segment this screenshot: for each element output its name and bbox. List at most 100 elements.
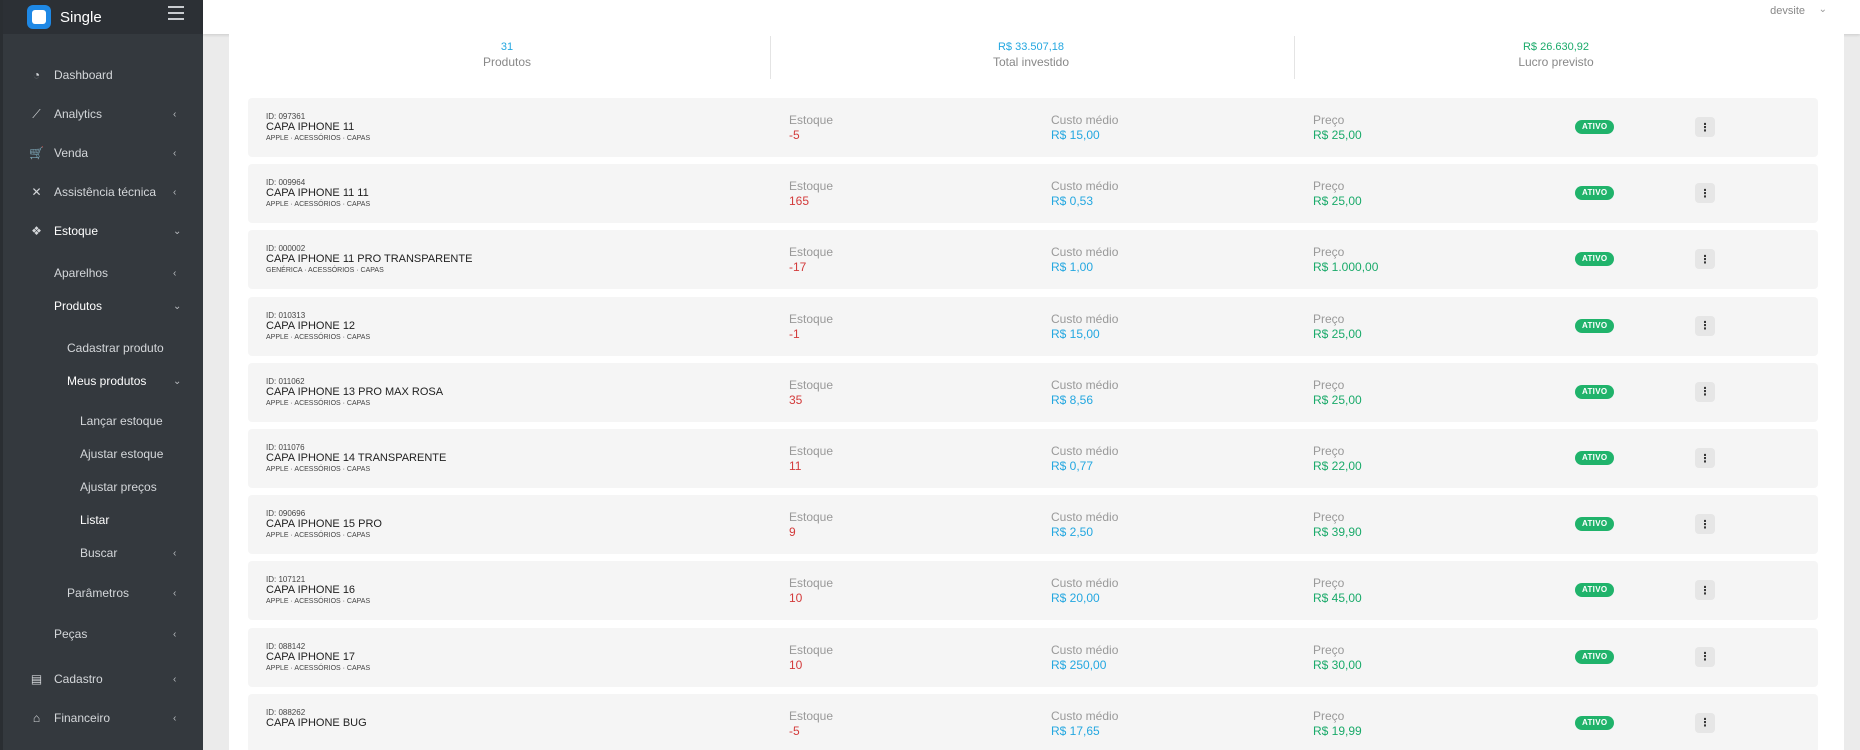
hamburger-menu-icon[interactable] <box>168 6 184 20</box>
more-options-icon[interactable]: ⋮ <box>1695 117 1715 137</box>
product-row[interactable]: ID: 011076 CAPA IPHONE 14 TRANSPARENTE APP… <box>248 429 1818 488</box>
sidebar-item-label: Cadastro <box>54 672 103 686</box>
more-options-icon[interactable]: ⋮ <box>1695 183 1715 204</box>
avg-cost-label: Custo médio <box>1051 510 1119 525</box>
sidebar-item-label: Dashboard <box>54 68 113 82</box>
sidebar-item-ajustar-precos[interactable]: Ajustar preços <box>3 472 203 502</box>
stock-value: 35 <box>789 392 803 407</box>
sidebar-item-venda[interactable]: 🛒 Venda ‹ <box>3 138 203 168</box>
sidebar-item-assistencia-tecnica[interactable]: ✕ Assistência técnica ‹ <box>3 177 203 207</box>
price-value: R$ 22,00 <box>1313 459 1362 473</box>
product-name[interactable]: CAPA IPHONE 14 TRANSPARENTE <box>266 452 446 464</box>
product-category: APPLE · ACESSÓRIOS · CAPAS <box>266 201 371 209</box>
stat-produtos: 31 Produtos <box>247 34 767 79</box>
price-value: R$ 25,00 <box>1313 326 1362 341</box>
sidebar-item-listar[interactable]: Listar <box>3 505 203 535</box>
more-options-icon[interactable]: ⋮ <box>1695 712 1715 733</box>
product-name[interactable]: CAPA IPHONE 17 <box>266 651 355 663</box>
price-value: R$ 1.000,00 <box>1313 260 1379 275</box>
product-row[interactable]: ID: 088142 CAPA IPHONE 17 APPLE · ACESSÓRI… <box>248 627 1818 687</box>
status-badge: ATIVO <box>1575 120 1615 134</box>
price-value: R$ 25,00 <box>1313 194 1362 209</box>
avg-cost-value: R$ 15,00 <box>1051 128 1100 142</box>
stock-label: Estoque <box>789 113 834 127</box>
chevron-down-icon[interactable]: ⌄ <box>1819 4 1827 15</box>
price-value: R$ 45,00 <box>1313 591 1362 606</box>
chevron-left-icon: ‹ <box>173 587 177 599</box>
sidebar-item-analytics[interactable]: ⟋ Analytics ‹ <box>3 99 203 129</box>
chevron-left-icon: ‹ <box>173 267 177 279</box>
stat-value: R$ 33.507,18 <box>997 41 1065 53</box>
product-id: ID: 010313 <box>266 310 306 320</box>
sidebar-item-lancar-estoque[interactable]: Lançar estoque <box>3 406 203 436</box>
product-name[interactable]: CAPA IPHONE 11 <box>266 121 354 133</box>
product-name[interactable]: CAPA IPHONE 13 PRO MAX ROSA <box>266 386 443 398</box>
sidebar-item-cadastro[interactable]: ▤ Cadastro ‹ <box>3 664 203 694</box>
product-name[interactable]: CAPA IPHONE 11 PRO TRANSPARENTE <box>266 253 472 265</box>
more-options-icon[interactable]: ⋮ <box>1695 249 1715 270</box>
product-row[interactable]: ID: 000002 CAPA IPHONE 11 PRO TRANSPARENT… <box>248 230 1818 290</box>
product-name[interactable]: CAPA IPHONE 12 <box>266 320 355 332</box>
product-name[interactable]: CAPA IPHONE 16 <box>266 584 355 596</box>
product-category: APPLE · ACESSÓRIOS · CAPAS <box>266 598 371 606</box>
sidebar-item-label: Cadastrar produto <box>67 341 164 355</box>
product-name[interactable]: CAPA IPHONE 11 11 <box>266 187 369 199</box>
avg-cost-value: R$ 2,50 <box>1051 525 1094 540</box>
sidebar-item-label: Lançar estoque <box>80 414 163 428</box>
product-row[interactable]: ID: 011062 CAPA IPHONE 13 PRO MAX ROSA APP… <box>248 362 1818 422</box>
stock-value: 11 <box>789 459 802 473</box>
chart-line-icon: ⟋ <box>32 106 41 121</box>
product-row[interactable]: ID: 097361 CAPA IPHONE 11 APPLE · ACESSÓRI… <box>248 98 1818 157</box>
product-category: APPLE · ACESSÓRIOS · CAPAS <box>266 399 371 407</box>
sidebar-item-produtos[interactable]: Produtos ⌄ <box>3 291 203 321</box>
user-menu[interactable]: devsite <box>1770 5 1805 17</box>
avg-cost-label: Custo médio <box>1051 377 1119 392</box>
more-options-icon[interactable]: ⋮ <box>1695 646 1715 667</box>
avg-cost-value: R$ 20,00 <box>1051 591 1100 606</box>
price-value: R$ 25,00 <box>1313 392 1362 407</box>
stock-label: Estoque <box>789 179 834 194</box>
sidebar-item-ajustar-estoque[interactable]: Ajustar estoque <box>3 439 203 469</box>
stock-label: Estoque <box>789 510 834 525</box>
sidebar-item-buscar[interactable]: Buscar ‹ <box>3 538 203 568</box>
sidebar: Single ◔ Dashboard ⟋ Analytics ‹ 🛒 Venda ‹ ✕ Assi… <box>0 0 203 750</box>
sidebar-item-aparelhos[interactable]: Aparelhos ‹ <box>3 258 203 288</box>
sidebar-item-cadastrar-produto[interactable]: Cadastrar produto <box>3 333 203 363</box>
stock-value: -17 <box>789 260 807 275</box>
product-id: ID: 011076 <box>266 443 305 452</box>
sidebar-item-label: Analytics <box>54 107 103 121</box>
more-options-icon[interactable]: ⋮ <box>1695 448 1715 468</box>
chevron-down-icon: ⌄ <box>173 375 182 387</box>
stock-label: Estoque <box>789 576 834 591</box>
stat-divider <box>770 36 771 79</box>
product-row[interactable]: ID: 090696 CAPA IPHONE 15 PRO APPLE · ACES… <box>248 495 1818 555</box>
stock-value: 9 <box>789 525 796 540</box>
avg-cost-label: Custo médio <box>1051 708 1119 723</box>
app-logo-icon <box>27 5 51 29</box>
sidebar-item-financeiro[interactable]: ⌂ Financeiro ‹ <box>3 703 203 733</box>
chevron-left-icon: ‹ <box>173 712 177 724</box>
status-badge: ATIVO <box>1575 649 1615 664</box>
sidebar-item-meus-produtos[interactable]: Meus produtos ⌄ <box>3 366 203 396</box>
product-row[interactable]: ID: 009964 CAPA IPHONE 11 11 APPLE · ACESS… <box>248 164 1818 224</box>
price-label: Preço <box>1313 311 1345 326</box>
sidebar-item-dashboard[interactable]: ◔ Dashboard <box>3 60 203 90</box>
chevron-left-icon: ‹ <box>173 186 177 198</box>
more-options-icon[interactable]: ⋮ <box>1695 580 1715 601</box>
product-name[interactable]: CAPA IPHONE BUG <box>266 717 367 729</box>
sidebar-item-parametros[interactable]: Parâmetros ‹ <box>3 578 203 608</box>
stock-value: 10 <box>789 591 803 606</box>
sidebar-item-pecas[interactable]: Peças ‹ <box>3 619 203 649</box>
more-options-icon[interactable]: ⋮ <box>1695 315 1715 336</box>
product-row[interactable]: ID: 010313 CAPA IPHONE 12 APPLE · ACESSÓRI… <box>248 296 1818 356</box>
sidebar-item-estoque[interactable]: ❖ Estoque ⌄ <box>3 216 203 246</box>
more-options-icon[interactable]: ⋮ <box>1695 514 1715 535</box>
product-name[interactable]: CAPA IPHONE 15 PRO <box>266 518 382 530</box>
sidebar-item-label: Parâmetros <box>67 586 130 600</box>
product-row[interactable]: ID: 107121 CAPA IPHONE 16 APPLE · ACESSÓRI… <box>248 561 1818 621</box>
more-options-icon[interactable]: ⋮ <box>1695 381 1715 402</box>
stat-value: 31 <box>500 41 514 53</box>
product-category: APPLE · ACESSÓRIOS · CAPAS <box>266 664 371 672</box>
product-row[interactable]: ID: 088262 CAPA IPHONE BUG Estoque -5 Custo … <box>248 693 1818 750</box>
avg-cost-value: R$ 0,53 <box>1051 194 1094 209</box>
